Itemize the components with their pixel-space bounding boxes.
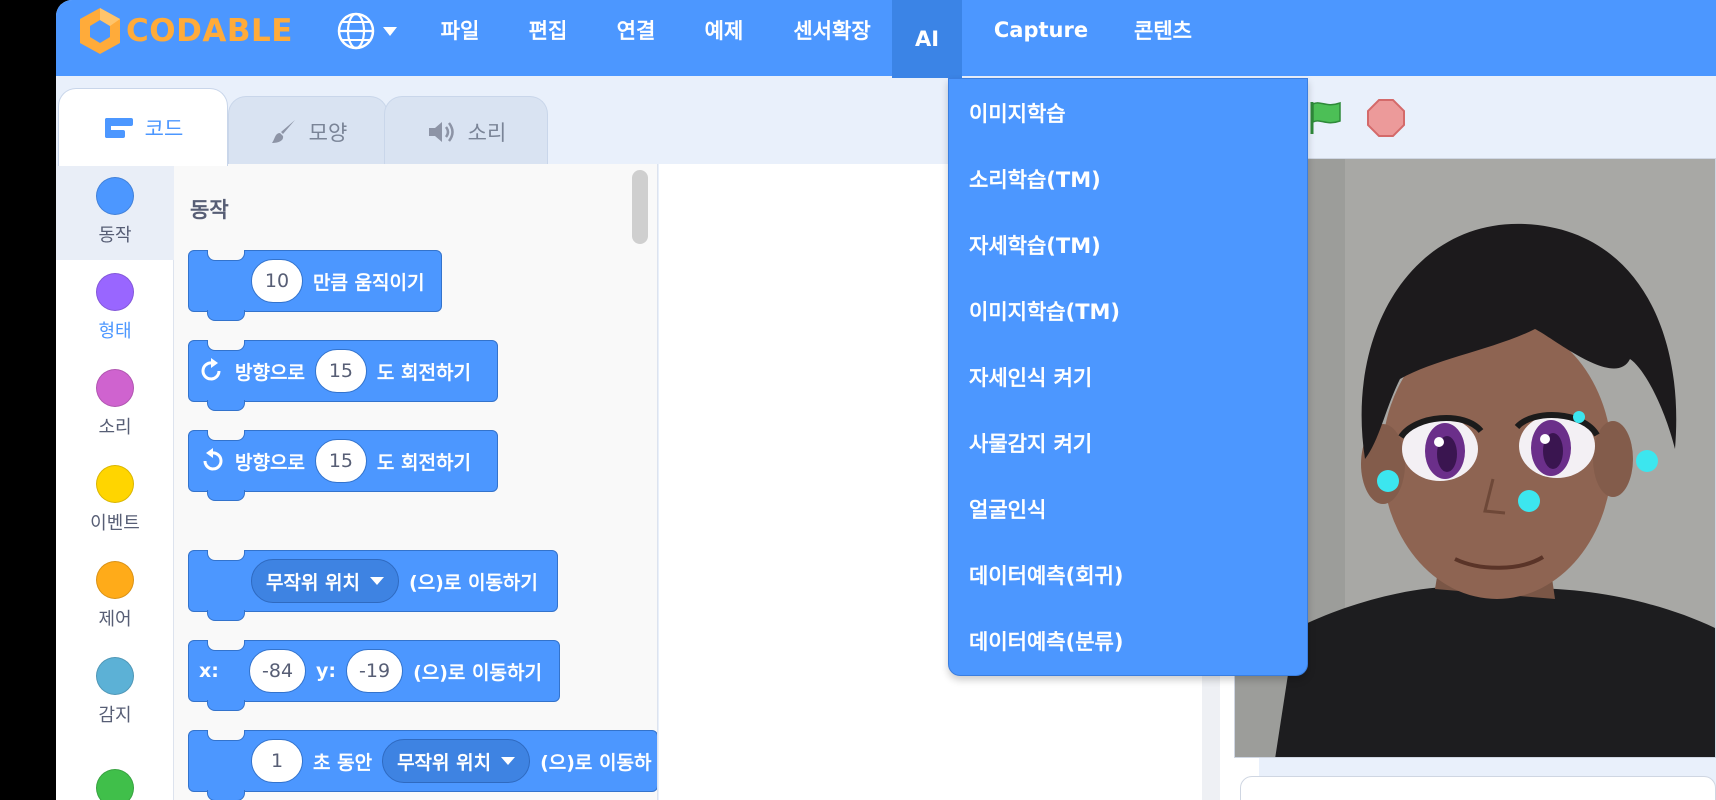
ai-menu-sound-learning-tm[interactable]: 소리학습(TM) [969, 159, 1101, 199]
tab-costume-label: 모양 [308, 120, 348, 145]
goto-x-input[interactable]: -84 [249, 649, 307, 693]
menu-connect[interactable]: 연결 [602, 0, 670, 60]
goto-target-value: 무작위 위치 [266, 571, 361, 594]
tab-sound[interactable]: 소리 [384, 96, 548, 166]
goto-target-text: (으)로 이동하기 [409, 571, 538, 594]
category-control[interactable]: 제어 [56, 548, 174, 644]
category-operators[interactable] [56, 740, 174, 800]
category-sensing-label: 감지 [98, 705, 132, 726]
category-motion-label: 동작 [98, 225, 132, 246]
logo-icon [80, 8, 120, 54]
goto-x-label: x: [199, 660, 219, 682]
category-control-label: 제어 [98, 609, 132, 630]
menu-sensor-extension[interactable]: 센서확장 [776, 0, 888, 60]
ai-dropdown-menu: 이미지학습 소리학습(TM) 자세학습(TM) 이미지학습(TM) 자세인식 켜… [948, 78, 1308, 676]
glide-text: (으)로 이동하 [540, 751, 652, 774]
palette-scrollbar[interactable] [632, 170, 648, 244]
category-events-label: 이벤트 [90, 513, 140, 534]
ai-menu-pose-recognition-on[interactable]: 자세인식 켜기 [969, 357, 1092, 397]
category-operators-dot [96, 769, 134, 800]
ai-menu-data-prediction-regression[interactable]: 데이터예측(회귀) [969, 555, 1123, 595]
brush-icon [271, 119, 295, 143]
goto-target-dropdown[interactable]: 무작위 위치 [251, 559, 400, 603]
menu-examples[interactable]: 예제 [690, 0, 758, 60]
turn-left-degrees-input[interactable]: 15 [314, 439, 367, 483]
ai-menu-face-recognition[interactable]: 얼굴인식 [969, 489, 1046, 529]
menu-contents[interactable]: 콘텐츠 [1108, 0, 1218, 60]
turn-right-degrees-input[interactable]: 15 [314, 349, 367, 393]
glide-seconds-input[interactable]: 1 [251, 739, 303, 783]
tab-costume[interactable]: 모양 [228, 96, 388, 166]
glide-mid-text: 초 동안 [313, 751, 373, 774]
turn-left-text: 도 회전하기 [376, 451, 471, 474]
category-motion-dot [96, 177, 134, 215]
goto-xy-text: (으)로 이동하기 [413, 661, 542, 684]
palette-section-title: 동작 [190, 198, 229, 222]
category-control-dot [96, 561, 134, 599]
category-events-dot [96, 465, 134, 503]
tab-sound-label: 소리 [467, 120, 507, 145]
category-sound-dot [96, 369, 134, 407]
category-motion[interactable]: 동작 [56, 164, 174, 260]
green-flag-icon[interactable] [1306, 98, 1346, 138]
turn-left-prefix: 방향으로 [235, 451, 305, 474]
turn-right-text: 도 회전하기 [376, 361, 471, 384]
menu-bar: CODABLE 파일 편집 연결 예제 센서확장 AI Capture 콘텐츠 [56, 0, 1716, 78]
ai-menu-image-learning-tm[interactable]: 이미지학습(TM) [969, 291, 1120, 331]
caret-down-icon [370, 577, 385, 585]
move-steps-input[interactable]: 10 [251, 259, 303, 303]
glide-target-value: 무작위 위치 [397, 751, 492, 774]
block-turn-left[interactable]: 방향으로 15 도 회전하기 [188, 430, 498, 501]
goto-y-input[interactable]: -19 [346, 649, 404, 693]
language-selector[interactable] [336, 10, 398, 52]
sprite-pane [1240, 776, 1716, 800]
block-glide-target[interactable]: 1 초 동안 무작위 위치 (으)로 이동하 [188, 730, 657, 800]
category-sound-label: 소리 [98, 417, 132, 438]
block-categories: 동작 형태 소리 이벤트 제어 감지 [56, 164, 174, 800]
category-looks-dot [96, 273, 134, 311]
logo[interactable]: CODABLE [76, 5, 293, 57]
block-palette: 동작 10 만큼 움직이기 방향으로 15 도 회전하기 방향으로 15 도 회 [174, 164, 658, 800]
category-sensing-dot [96, 657, 134, 695]
ai-menu-image-learning[interactable]: 이미지학습 [969, 93, 1066, 133]
ai-menu-data-prediction-classification[interactable]: 데이터예측(분류) [969, 621, 1123, 661]
block-goto-target[interactable]: 무작위 위치 (으)로 이동하기 [188, 550, 558, 621]
category-sound[interactable]: 소리 [56, 356, 174, 452]
ai-menu-object-detection-on[interactable]: 사물감지 켜기 [969, 423, 1092, 463]
category-looks-label: 형태 [98, 321, 132, 342]
block-turn-right[interactable]: 방향으로 15 도 회전하기 [188, 340, 498, 411]
turn-right-prefix: 방향으로 [235, 361, 305, 384]
chevron-down-icon [383, 27, 397, 36]
logo-text: CODABLE [126, 13, 293, 49]
app-window: CODABLE 파일 편집 연결 예제 센서확장 AI Capture 콘텐츠 [56, 0, 1716, 800]
speaker-icon [428, 121, 454, 142]
glide-target-dropdown[interactable]: 무작위 위치 [382, 739, 531, 783]
move-steps-text: 만큼 움직이기 [313, 271, 425, 294]
block-goto-xy[interactable]: x: -84 y: -19 (으)로 이동하기 [188, 640, 560, 711]
tab-code-label: 코드 [144, 116, 184, 141]
category-looks[interactable]: 형태 [56, 260, 174, 356]
block-move-steps[interactable]: 10 만큼 움직이기 [188, 250, 442, 321]
category-events[interactable]: 이벤트 [56, 452, 174, 548]
stop-icon[interactable] [1366, 98, 1406, 138]
menu-file[interactable]: 파일 [426, 0, 494, 60]
code-icon [104, 117, 133, 138]
tab-code[interactable]: 코드 [58, 88, 228, 166]
goto-y-label: y: [316, 660, 337, 682]
menu-edit[interactable]: 편집 [514, 0, 582, 60]
menu-ai[interactable]: AI [892, 0, 962, 78]
caret-down-icon [501, 757, 516, 765]
rotate-right-icon [201, 358, 221, 381]
ai-menu-pose-learning-tm[interactable]: 자세학습(TM) [969, 225, 1101, 265]
menu-capture[interactable]: Capture [976, 0, 1106, 60]
category-sensing[interactable]: 감지 [56, 644, 174, 740]
globe-icon [337, 12, 375, 50]
rotate-left-icon [203, 448, 223, 471]
